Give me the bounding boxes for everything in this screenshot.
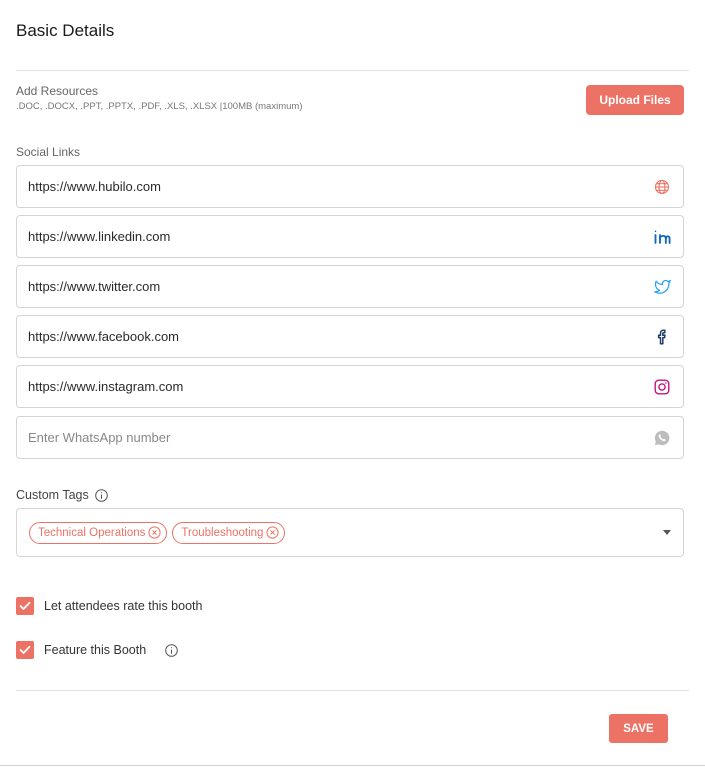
custom-tags-select[interactable]: Technical Operations Troubleshooting (16, 508, 684, 557)
custom-tags-label: Custom Tags (16, 488, 108, 502)
instagram-input[interactable] (28, 379, 653, 394)
feature-booth-label: Feature this Booth (44, 643, 147, 657)
feature-booth-checkbox[interactable] (16, 641, 34, 659)
social-links-label: Social Links (16, 145, 81, 159)
website-field (16, 165, 684, 208)
info-icon[interactable] (165, 643, 178, 657)
info-icon[interactable] (94, 488, 108, 502)
resources-hint: .DOC, .DOCX, .PPT, .PPTX, .PDF, .XLS, .X… (16, 101, 303, 112)
linkedin-icon (653, 228, 671, 246)
whatsapp-field (16, 416, 684, 459)
resources-label: Add Resources (16, 84, 99, 98)
upload-files-button[interactable]: Upload Files (586, 85, 684, 115)
linkedin-field (16, 215, 684, 258)
custom-tags-label-text: Custom Tags (16, 488, 89, 502)
twitter-icon (653, 278, 671, 296)
facebook-icon (653, 328, 671, 346)
rate-booth-checkbox[interactable] (16, 597, 34, 615)
whatsapp-input[interactable] (28, 430, 653, 445)
rate-booth-label: Let attendees rate this booth (44, 599, 203, 613)
tag-chip-label: Troubleshooting (181, 526, 264, 539)
facebook-input[interactable] (28, 329, 653, 344)
twitter-input[interactable] (28, 279, 653, 294)
tag-chip: Troubleshooting (172, 521, 286, 544)
remove-tag-icon[interactable] (148, 526, 162, 539)
instagram-icon (653, 378, 671, 396)
tag-chip-label: Technical Operations (38, 526, 146, 539)
globe-icon (653, 178, 671, 196)
page-title: Basic Details (16, 21, 115, 40)
website-input[interactable] (28, 179, 653, 194)
twitter-field (16, 265, 684, 308)
rate-booth-option: Let attendees rate this booth (16, 597, 202, 615)
facebook-field (16, 315, 684, 358)
divider (16, 690, 689, 691)
divider (16, 70, 689, 71)
chevron-down-icon[interactable] (663, 530, 671, 535)
panel-bottom-border (0, 765, 705, 766)
remove-tag-icon[interactable] (266, 526, 280, 539)
save-button[interactable]: SAVE (609, 714, 668, 743)
linkedin-input[interactable] (28, 229, 653, 244)
tag-chip: Technical Operations (29, 521, 168, 544)
feature-booth-option: Feature this Booth (16, 641, 178, 659)
instagram-field (16, 365, 684, 408)
whatsapp-icon (653, 429, 671, 447)
